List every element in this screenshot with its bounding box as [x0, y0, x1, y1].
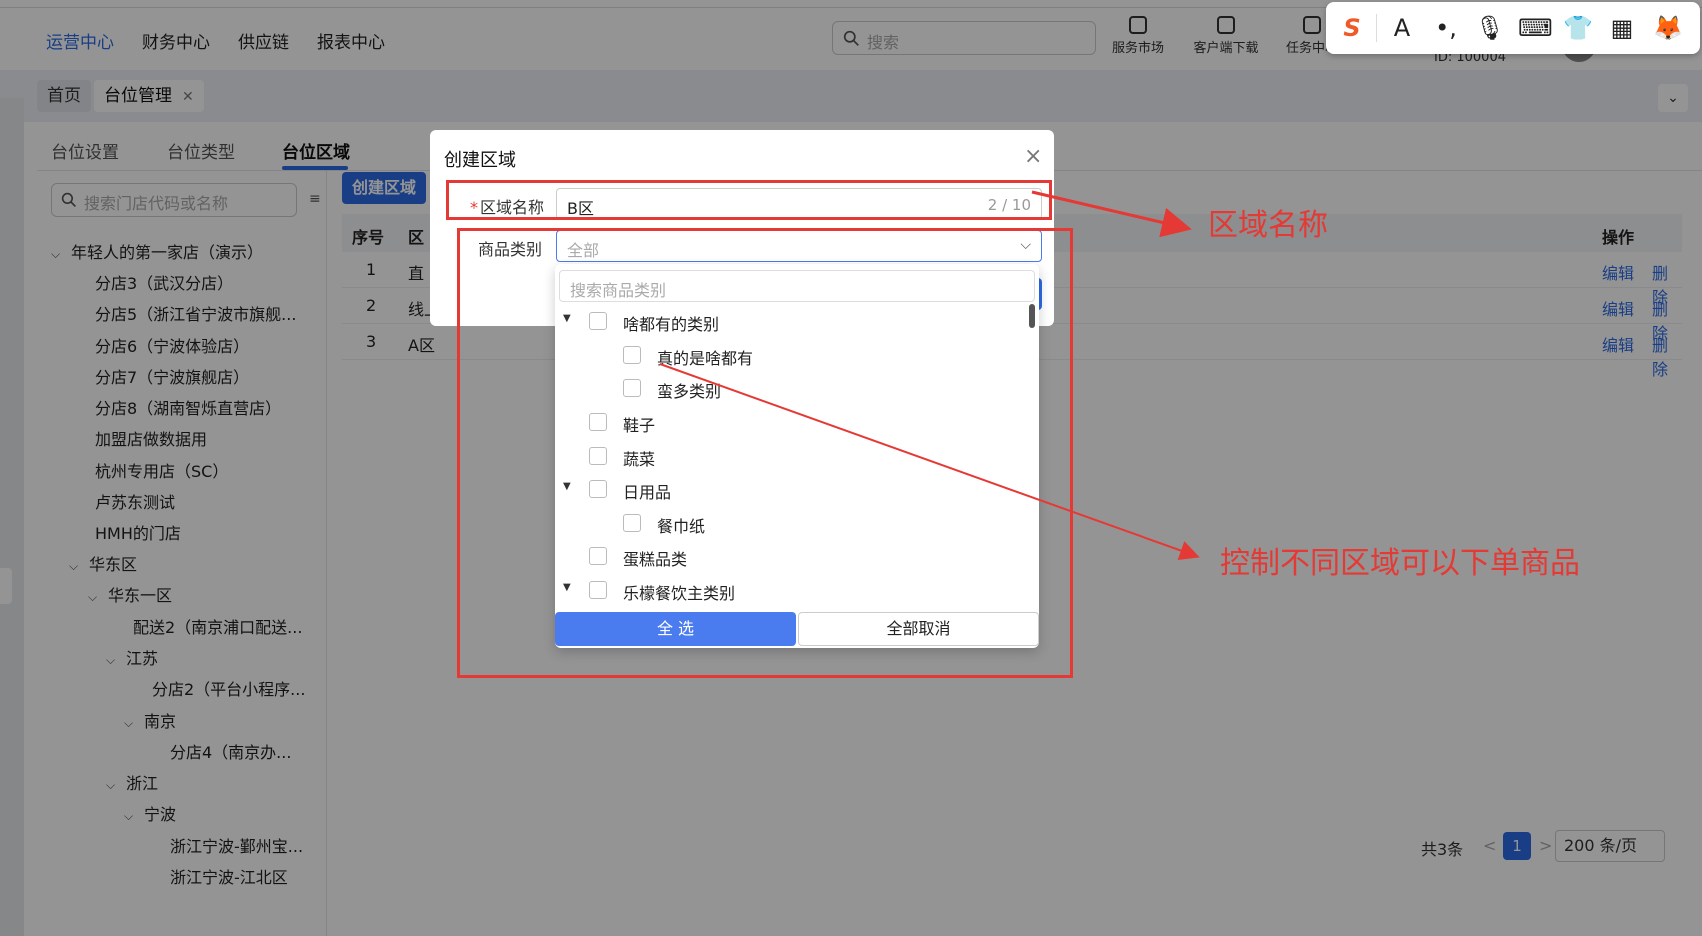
ime-logo[interactable]: S	[1336, 12, 1368, 44]
annotation-box-category	[457, 228, 1073, 678]
annotation-name-text: 区域名称	[1208, 208, 1328, 243]
ime-separator	[1376, 14, 1377, 42]
keyboard-icon[interactable]: ⌨	[1518, 12, 1553, 44]
annotation-category-text: 控制不同区域可以下单商品	[1220, 546, 1580, 581]
arrow-name	[1031, 190, 1192, 238]
microphone-icon[interactable]: 🎙	[1474, 12, 1506, 44]
mascot-icon[interactable]: 🦊	[1652, 12, 1684, 44]
annotation-box-name	[446, 180, 1052, 220]
ime-toolbar: S A •, 🎙 ⌨ 👕 ▦ 🦊	[1326, 2, 1700, 54]
font-icon[interactable]: A	[1386, 12, 1418, 44]
punctuation-icon[interactable]: •,	[1430, 12, 1462, 44]
grid-icon[interactable]: ▦	[1606, 12, 1638, 44]
skin-icon[interactable]: 👕	[1562, 12, 1594, 44]
